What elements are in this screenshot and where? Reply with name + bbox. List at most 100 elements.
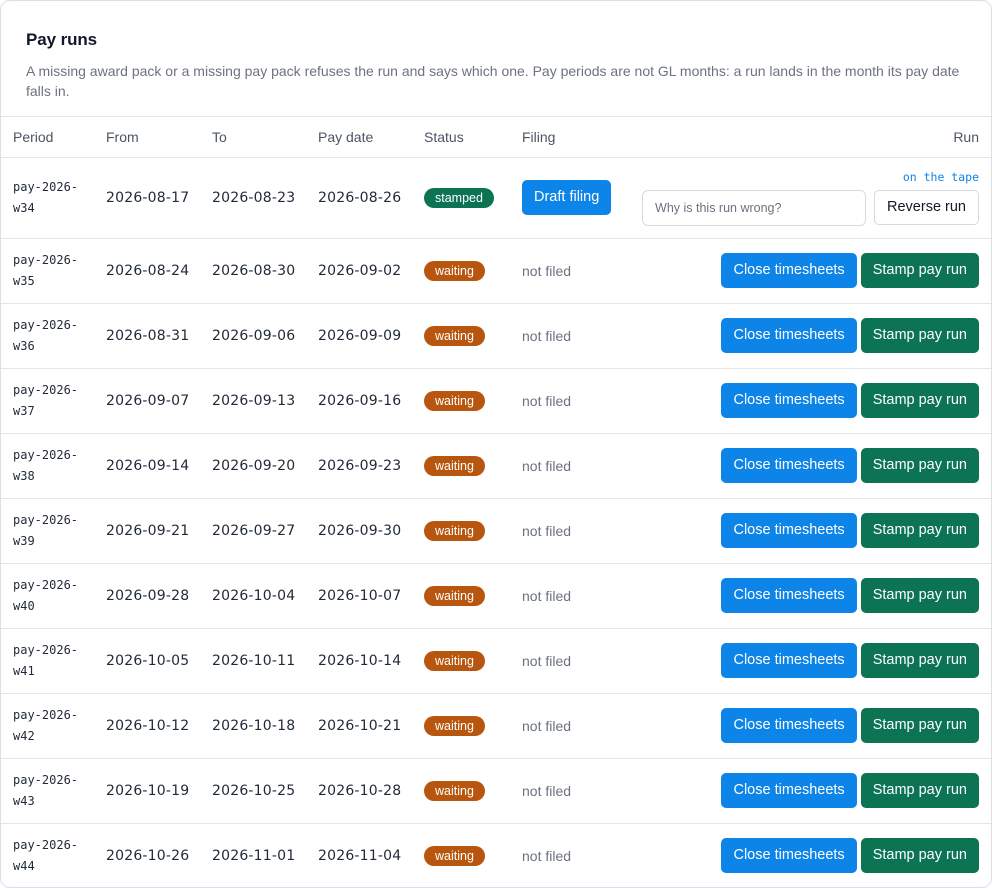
period-id: pay-2026-w41 (13, 642, 79, 678)
pay-date: 2026-09-16 (318, 393, 402, 409)
status-badge: waiting (424, 585, 485, 606)
pay-runs-table: Period From To Pay date Status Filing Ru… (1, 117, 991, 887)
period-id: pay-2026-w36 (13, 317, 79, 353)
pay-date: 2026-08-26 (318, 190, 402, 206)
from-date: 2026-10-12 (106, 718, 190, 734)
status-badge: waiting (424, 260, 485, 281)
status-badge: waiting (424, 650, 485, 671)
period-id: pay-2026-w42 (13, 707, 79, 743)
stamp-pay-run-button[interactable]: Stamp pay run (860, 513, 979, 548)
page-description: A missing award pack or a missing pay pa… (26, 63, 960, 99)
column-header-to: To (212, 117, 318, 158)
table-row: pay-2026-w44 2026-10-26 2026-11-01 2026-… (1, 823, 991, 887)
pay-runs-card: Pay runs A missing award pack or a missi… (0, 0, 992, 888)
status-badge: waiting (424, 780, 485, 801)
table-row: pay-2026-w37 2026-09-07 2026-09-13 2026-… (1, 368, 991, 434)
from-date: 2026-10-19 (106, 783, 190, 799)
to-date: 2026-08-30 (212, 263, 296, 279)
run-actions: on the tape Reverse run (632, 158, 979, 238)
pay-date: 2026-10-07 (318, 588, 402, 604)
to-date: 2026-10-04 (212, 588, 296, 604)
close-timesheets-button[interactable]: Close timesheets (721, 838, 857, 874)
status-badge: waiting (424, 520, 485, 541)
close-timesheets-button[interactable]: Close timesheets (721, 383, 857, 418)
stamp-pay-run-button[interactable]: Stamp pay run (860, 253, 979, 288)
from-date: 2026-09-21 (106, 523, 190, 539)
column-header-run: Run (632, 117, 991, 158)
filing-status: not filed (522, 457, 572, 474)
table-row: pay-2026-w43 2026-10-19 2026-10-25 2026-… (1, 758, 991, 824)
period-id: pay-2026-w44 (13, 837, 79, 873)
close-timesheets-button[interactable]: Close timesheets (721, 708, 857, 743)
table-row: pay-2026-w42 2026-10-12 2026-10-18 2026-… (1, 693, 991, 759)
filing-status: not filed (522, 717, 572, 734)
close-timesheets-button[interactable]: Close timesheets (721, 578, 857, 613)
reversal-reason-input[interactable] (642, 189, 867, 226)
page-title: Pay runs (26, 30, 98, 49)
table-row: pay-2026-w41 2026-10-05 2026-10-11 2026-… (1, 628, 991, 694)
pay-date: 2026-09-09 (318, 328, 402, 344)
to-date: 2026-09-27 (212, 523, 296, 539)
from-date: 2026-08-31 (106, 328, 190, 344)
period-id: pay-2026-w40 (13, 577, 79, 613)
to-date: 2026-09-13 (212, 393, 296, 409)
filing-status: not filed (522, 392, 572, 409)
close-timesheets-button[interactable]: Close timesheets (721, 448, 857, 483)
draft-filing-button[interactable]: Draft filing (522, 180, 612, 215)
pay-date: 2026-10-28 (318, 783, 402, 799)
reverse-run-button[interactable]: Reverse run (874, 190, 979, 225)
table-row: pay-2026-w34 2026-08-17 2026-08-23 2026-… (1, 157, 991, 239)
from-date: 2026-10-05 (106, 653, 190, 669)
on-the-tape-link[interactable]: on the tape (903, 170, 979, 184)
status-badge: waiting (424, 455, 485, 476)
close-timesheets-button[interactable]: Close timesheets (721, 773, 857, 808)
column-header-pay-date: Pay date (318, 117, 424, 158)
to-date: 2026-10-11 (212, 653, 296, 669)
from-date: 2026-09-28 (106, 588, 190, 604)
stamp-pay-run-button[interactable]: Stamp pay run (860, 448, 979, 483)
period-id: pay-2026-w34 (13, 179, 79, 215)
to-date: 2026-09-20 (212, 458, 296, 474)
period-id: pay-2026-w38 (13, 447, 79, 483)
stamp-pay-run-button[interactable]: Stamp pay run (860, 838, 979, 874)
status-badge: waiting (424, 390, 485, 411)
pay-date: 2026-09-30 (318, 523, 402, 539)
close-timesheets-button[interactable]: Close timesheets (721, 513, 857, 548)
stamp-pay-run-button[interactable]: Stamp pay run (860, 383, 979, 418)
table-header-row: Period From To Pay date Status Filing Ru… (1, 117, 991, 158)
filing-status: not filed (522, 847, 572, 864)
stamp-pay-run-button[interactable]: Stamp pay run (860, 708, 979, 743)
status-badge: waiting (424, 325, 485, 346)
table-row: pay-2026-w39 2026-09-21 2026-09-27 2026-… (1, 498, 991, 564)
filing-status: not filed (522, 262, 572, 279)
column-header-filing: Filing (522, 117, 632, 158)
pay-date: 2026-10-21 (318, 718, 402, 734)
stamp-pay-run-button[interactable]: Stamp pay run (860, 318, 979, 353)
period-id: pay-2026-w43 (13, 772, 79, 808)
close-timesheets-button[interactable]: Close timesheets (721, 318, 857, 353)
from-date: 2026-08-24 (106, 263, 190, 279)
table-row: pay-2026-w38 2026-09-14 2026-09-20 2026-… (1, 433, 991, 499)
close-timesheets-button[interactable]: Close timesheets (721, 643, 857, 678)
close-timesheets-button[interactable]: Close timesheets (721, 253, 857, 288)
pay-date: 2026-09-02 (318, 263, 402, 279)
to-date: 2026-11-01 (212, 848, 296, 865)
from-date: 2026-10-26 (106, 848, 190, 865)
filing-status: not filed (522, 587, 572, 604)
pay-date: 2026-10-14 (318, 653, 402, 669)
filing-status: not filed (522, 652, 572, 669)
stamp-pay-run-button[interactable]: Stamp pay run (860, 643, 979, 678)
column-header-period: Period (1, 117, 106, 158)
to-date: 2026-10-25 (212, 783, 296, 799)
pay-date: 2026-11-04 (318, 848, 402, 865)
period-id: pay-2026-w35 (13, 252, 79, 288)
period-id: pay-2026-w39 (13, 512, 79, 548)
from-date: 2026-08-17 (106, 190, 190, 206)
column-header-status: Status (424, 117, 522, 158)
from-date: 2026-09-07 (106, 393, 190, 409)
stamp-pay-run-button[interactable]: Stamp pay run (860, 578, 979, 613)
period-id: pay-2026-w37 (13, 382, 79, 418)
filing-status: not filed (522, 522, 572, 539)
column-header-from: From (106, 117, 212, 158)
stamp-pay-run-button[interactable]: Stamp pay run (860, 773, 979, 808)
